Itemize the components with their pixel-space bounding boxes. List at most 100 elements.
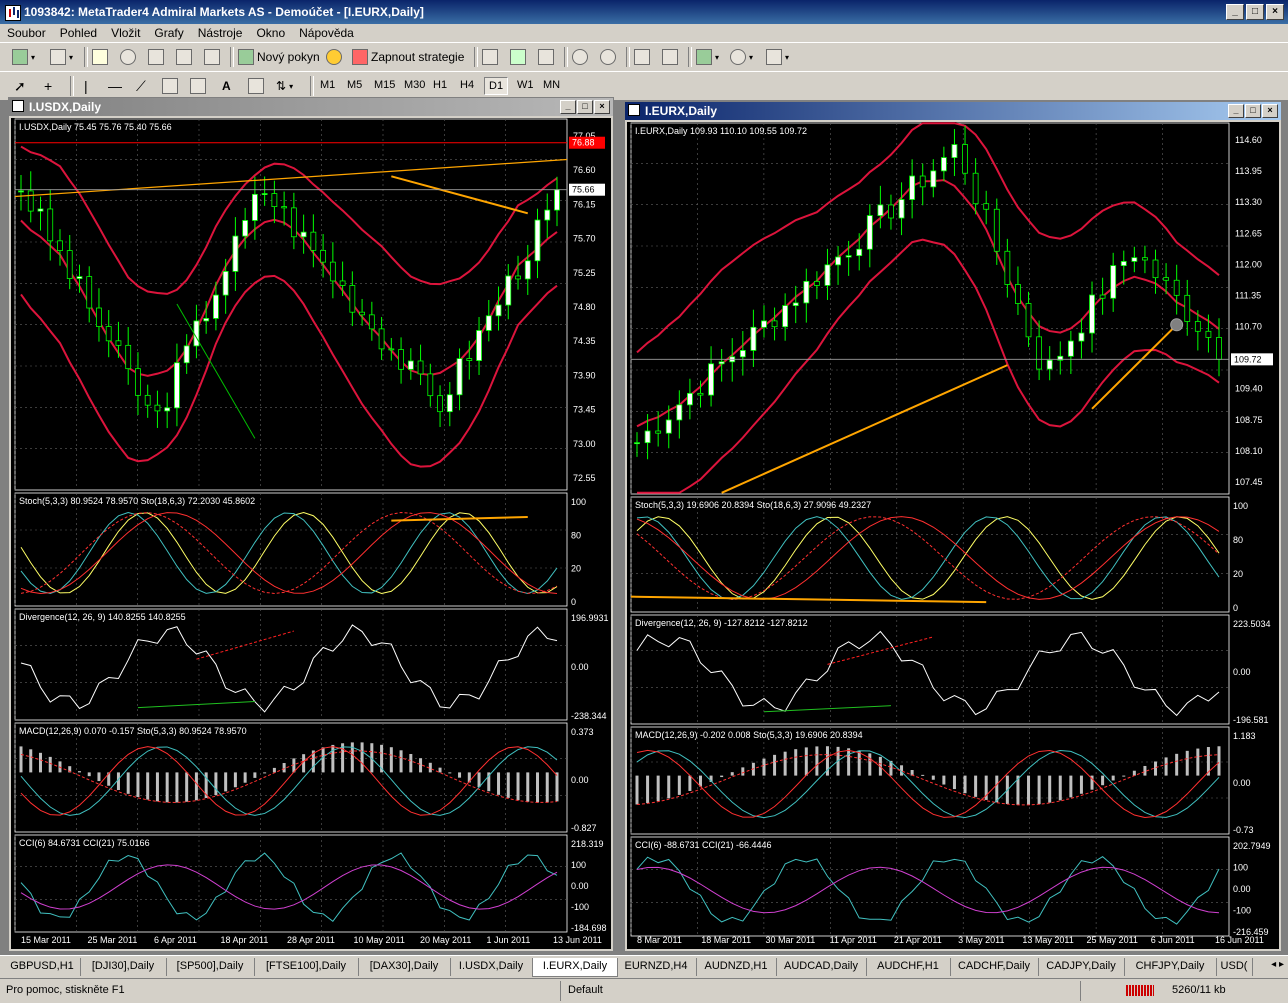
bar-chart-icon[interactable] [482, 49, 498, 65]
date-tick-label: 6 Jun 2011 [1151, 935, 1195, 945]
chart-close-button[interactable]: × [1262, 104, 1278, 118]
close-button[interactable]: × [1266, 4, 1284, 20]
candle-body [1089, 294, 1095, 334]
tab--ftse100-daily[interactable]: [FTSE100],Daily [254, 958, 359, 976]
tab-i-eurx-daily[interactable]: I.EURX,Daily [532, 958, 618, 977]
tab-gbpusd-h1[interactable]: GBPUSD,H1 [4, 958, 81, 976]
tf-m5[interactable]: M5 [343, 77, 366, 93]
chart-window-eurx[interactable]: I.EURX,Daily _ □ × 114.60 113.95 113.30 112… [624, 101, 1282, 952]
zoom-in-icon[interactable] [572, 49, 588, 65]
line-chart-icon[interactable] [538, 49, 554, 65]
minimize-button[interactable]: _ [1226, 4, 1244, 20]
chart-maximize-button[interactable]: □ [1245, 104, 1261, 118]
date-tick-label: 18 Mar 2011 [701, 935, 751, 945]
maximize-button[interactable]: □ [1246, 4, 1264, 20]
new-order-button[interactable]: Nový pokyn [238, 47, 320, 67]
tf-d1[interactable]: D1 [484, 77, 509, 95]
templates-icon[interactable] [766, 49, 782, 65]
macd-histogram-bar [1027, 775, 1031, 805]
date-tick-label: 16 Jun 2011 [1215, 935, 1264, 945]
indicator-tick-label: 100 [1233, 501, 1248, 511]
text-tool-icon[interactable]: A [222, 79, 231, 93]
chart-canvas-eurx[interactable]: 114.60 113.95 113.30 112.65 112.00 111.35 110.… [627, 122, 1279, 949]
tab-audchf-h1[interactable]: AUDCHF,H1 [866, 958, 951, 976]
tf-m30[interactable]: M30 [400, 77, 429, 93]
tab-audcad-daily[interactable]: AUDCAD,Daily [776, 958, 867, 976]
tab-i-usdx-daily[interactable]: I.USDX,Daily [450, 958, 533, 976]
tab-usd[interactable]: USD( [1216, 958, 1253, 976]
channel-icon[interactable] [162, 78, 178, 94]
chart-canvas-usdx[interactable]: 77.0576.6076.1575.7075.2574.8074.3573.90… [11, 118, 611, 949]
tf-m1[interactable]: M1 [316, 77, 339, 93]
indicators-icon[interactable] [696, 49, 712, 65]
fibonacci-icon[interactable] [190, 78, 206, 94]
candle-body [898, 199, 905, 219]
tab--sp500-daily[interactable]: [SP500],Daily [166, 958, 255, 976]
candle-body [665, 419, 672, 434]
tf-w1[interactable]: W1 [513, 77, 538, 93]
tab-cadjpy-daily[interactable]: CADJPY,Daily [1038, 958, 1125, 976]
tf-h1[interactable]: H1 [429, 77, 451, 93]
indicator-label: Stoch(5,3,3) 19.6906 20.8394 Sto(18,6,3)… [635, 500, 871, 510]
menu-nastroje[interactable]: Nástroje [191, 24, 250, 42]
horizontal-line-icon[interactable]: — [108, 78, 122, 94]
menu-soubor[interactable]: Soubor [0, 24, 53, 42]
macd-histogram-bar [1079, 775, 1083, 794]
candle-body [222, 271, 229, 296]
tab-chfjpy-daily[interactable]: CHFJPY,Daily [1124, 958, 1217, 976]
macd-histogram-bar [165, 772, 169, 803]
indicator-tick-label: -100 [571, 902, 589, 912]
navigator-icon[interactable] [120, 49, 136, 65]
tab-audnzd-h1[interactable]: AUDNZD,H1 [696, 958, 777, 976]
tab-cadchf-daily[interactable]: CADCHF,Daily [950, 958, 1039, 976]
profiles-icon[interactable] [50, 49, 66, 65]
menu-okno[interactable]: Okno [249, 24, 292, 42]
candle-body [845, 255, 852, 258]
tab-scroll-arrows[interactable]: ◂ ▸ [1271, 959, 1284, 970]
tf-mn[interactable]: MN [539, 77, 564, 93]
menu-napoveda[interactable]: Nápověda [292, 24, 361, 42]
terminal-icon[interactable] [176, 49, 192, 65]
crosshair-icon[interactable]: + [44, 78, 52, 94]
periods-icon[interactable] [730, 49, 746, 65]
autotrading-icon [352, 49, 368, 65]
chart-close-button[interactable]: × [594, 100, 610, 114]
macd-histogram-bar [97, 772, 101, 782]
autoscroll-icon[interactable] [634, 49, 650, 65]
candle-body [1163, 277, 1169, 281]
candle-body [1120, 261, 1127, 267]
expert-advisor-icon[interactable] [326, 49, 342, 65]
chart-minimize-button[interactable]: _ [560, 100, 576, 114]
cursor-icon[interactable]: ➚ [14, 78, 26, 95]
trendline-icon[interactable]: ⟋ [136, 78, 146, 95]
date-tick-label: 1 Jun 2011 [487, 935, 531, 945]
tester-icon[interactable] [204, 49, 220, 65]
macd-histogram-bar [136, 772, 140, 798]
candlestick-icon[interactable] [510, 49, 526, 65]
tf-h4[interactable]: H4 [456, 77, 478, 93]
candle-body [281, 206, 288, 209]
autotrading-button[interactable]: Zapnout strategie [352, 47, 464, 67]
macd-histogram-bar [868, 753, 872, 776]
chart-maximize-button[interactable]: □ [577, 100, 593, 114]
tab--dax30-daily[interactable]: [DAX30],Daily [358, 958, 451, 976]
chart-window-usdx[interactable]: I.USDX,Daily _ □ × 77.05 76.60 76.15 75.70 7… [8, 97, 614, 952]
menu-grafy[interactable]: Grafy [147, 24, 190, 42]
chart-minimize-button[interactable]: _ [1228, 104, 1244, 118]
text-label-icon[interactable] [248, 78, 264, 94]
new-chart-icon[interactable] [12, 49, 28, 65]
market-watch-icon[interactable] [92, 49, 108, 65]
candle-body [919, 175, 926, 188]
arrows-icon[interactable]: ⇅ [276, 79, 286, 93]
menu-vlozit[interactable]: Vložit [104, 24, 147, 42]
macd-histogram-bar [48, 756, 52, 773]
menu-pohled[interactable]: Pohled [53, 24, 104, 42]
chart-shift-icon[interactable] [662, 49, 678, 65]
tf-m15[interactable]: M15 [370, 77, 399, 93]
zoom-out-icon[interactable] [600, 49, 616, 65]
data-window-icon[interactable] [148, 49, 164, 65]
tab--dji30-daily[interactable]: [DJI30],Daily [80, 958, 167, 976]
vertical-line-icon[interactable]: | [84, 78, 88, 94]
tab-eurnzd-h4[interactable]: EURNZD,H4 [616, 958, 697, 976]
macd-histogram-bar [389, 747, 393, 773]
